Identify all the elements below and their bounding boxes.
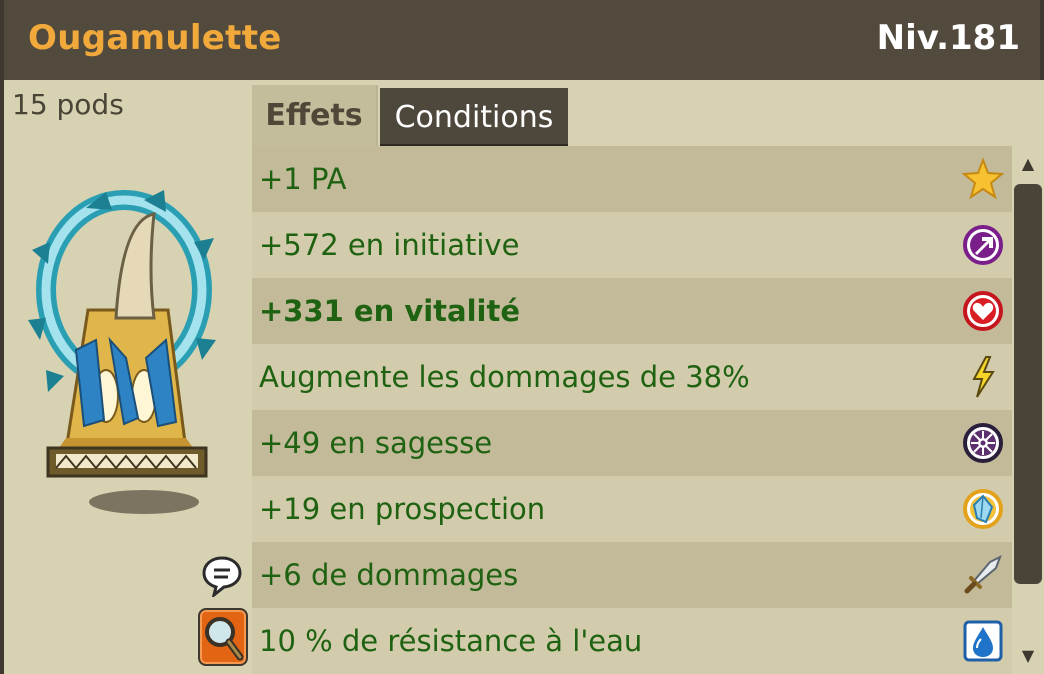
effect-row: +19 en prospection	[252, 476, 1012, 542]
scroll-up-arrow-icon[interactable]: ▲	[1012, 150, 1044, 176]
effect-row: +49 en sagesse	[252, 410, 1012, 476]
effects-scrollbar[interactable]: ▲ ▼	[1012, 146, 1044, 674]
water-drop-icon	[963, 620, 1003, 662]
effect-text: +1 PA	[259, 162, 347, 196]
wisdom-icon	[963, 423, 1003, 463]
item-weight: 15 pods	[12, 88, 124, 121]
effect-text: +6 de dommages	[259, 558, 519, 592]
effect-text: +49 en sagesse	[259, 426, 493, 460]
effect-row: +1 PA	[252, 146, 1012, 212]
item-preview-panel: 15 pods	[0, 80, 252, 674]
chat-bubble-icon[interactable]	[202, 555, 242, 597]
effect-text: Augmente les dommages de 38%	[259, 360, 750, 394]
initiative-arrow-icon	[963, 225, 1003, 265]
tab-effets[interactable]: Effets	[252, 85, 378, 146]
ougamulette-amulet-icon	[28, 190, 216, 514]
item-name: Ougamulette	[28, 18, 282, 58]
effect-row: +572 en initiative	[252, 212, 1012, 278]
lightning-icon	[972, 356, 995, 398]
heart-icon	[963, 291, 1003, 331]
magnifier-icon	[205, 617, 244, 661]
prospecting-gem-icon	[963, 489, 1003, 529]
effect-text: +331 en vitalité	[259, 294, 521, 328]
effect-text: +572 en initiative	[259, 228, 520, 262]
inspect-button[interactable]	[198, 608, 248, 666]
tab-conditions[interactable]: Conditions	[380, 88, 568, 146]
tab-bar: Effets Conditions	[252, 80, 1044, 146]
item-level: Niv.181	[876, 18, 1020, 58]
effect-row: Augmente les dommages de 38%	[252, 344, 1012, 410]
effect-row: +6 de dommages	[252, 542, 1012, 608]
effects-list: +1 PA +572 en initiative +331 en vitalit…	[252, 146, 1012, 674]
item-header: Ougamulette Niv.181	[0, 0, 1044, 80]
effect-text: 10 % de résistance à l'eau	[259, 624, 643, 658]
effect-text: +19 en prospection	[259, 492, 546, 526]
scroll-down-arrow-icon[interactable]: ▼	[1012, 642, 1044, 668]
effect-row: +331 en vitalité	[252, 278, 1012, 344]
star-icon	[962, 158, 1004, 200]
sword-icon	[964, 554, 1002, 594]
scroll-thumb[interactable]	[1014, 184, 1042, 584]
effect-row: 10 % de résistance à l'eau	[252, 608, 1012, 674]
